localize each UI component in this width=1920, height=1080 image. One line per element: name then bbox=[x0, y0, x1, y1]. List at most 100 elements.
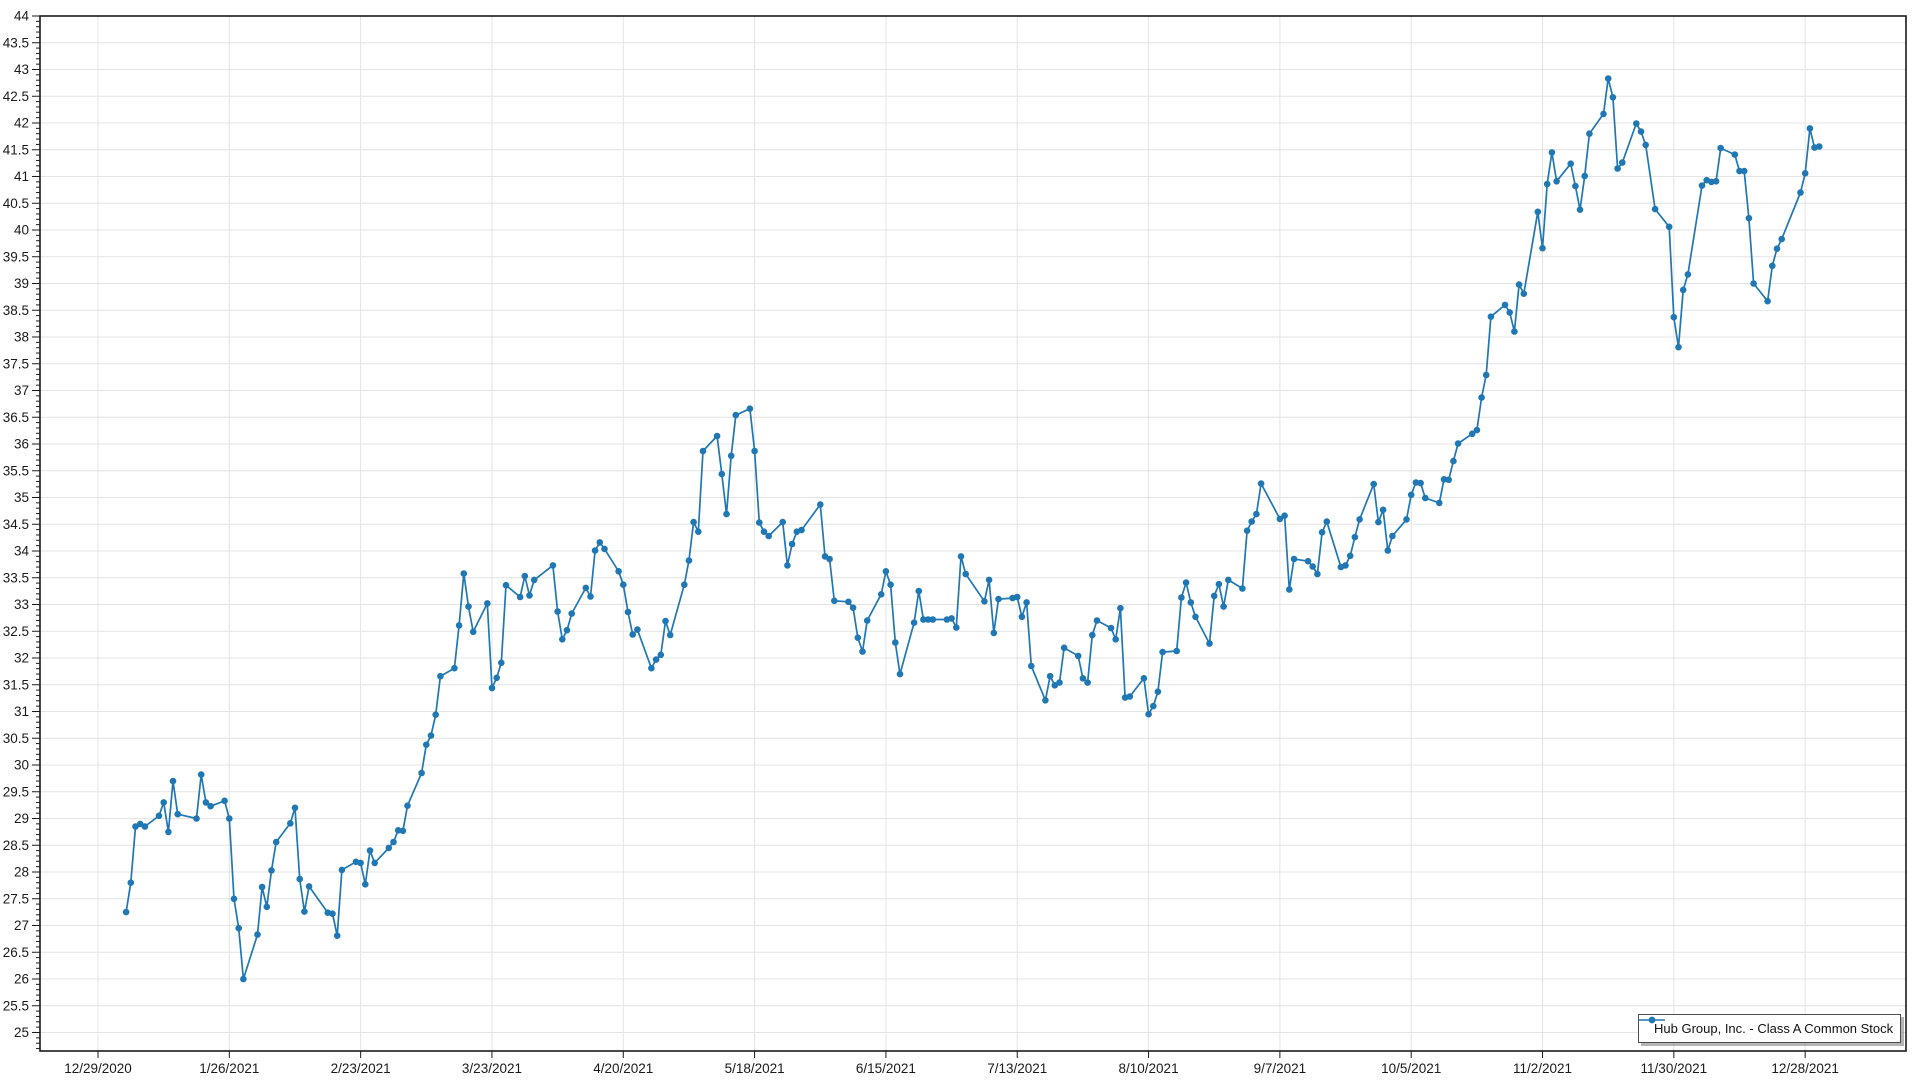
data-point-marker[interactable] bbox=[1141, 675, 1148, 682]
data-point-marker[interactable] bbox=[268, 867, 275, 874]
data-point-marker[interactable] bbox=[798, 527, 805, 534]
data-point-marker[interactable] bbox=[170, 778, 177, 785]
data-point-marker[interactable] bbox=[526, 592, 533, 599]
data-point-marker[interactable] bbox=[751, 448, 758, 455]
data-point-marker[interactable] bbox=[583, 585, 590, 592]
data-point-marker[interactable] bbox=[958, 553, 965, 560]
data-point-marker[interactable] bbox=[1600, 111, 1607, 118]
data-point-marker[interactable] bbox=[564, 627, 571, 634]
data-point-marker[interactable] bbox=[1281, 512, 1288, 519]
data-point-marker[interactable] bbox=[1347, 553, 1354, 560]
data-point-marker[interactable] bbox=[1633, 120, 1640, 127]
data-point-marker[interactable] bbox=[367, 847, 374, 854]
data-point-marker[interactable] bbox=[634, 626, 641, 633]
data-point-marker[interactable] bbox=[1807, 125, 1814, 132]
data-point-marker[interactable] bbox=[930, 616, 937, 623]
data-point-marker[interactable] bbox=[301, 908, 308, 915]
data-point-marker[interactable] bbox=[498, 660, 505, 667]
data-point-marker[interactable] bbox=[1159, 649, 1166, 656]
data-point-marker[interactable] bbox=[1042, 697, 1049, 704]
data-point-marker[interactable] bbox=[648, 665, 655, 672]
data-point-marker[interactable] bbox=[451, 665, 458, 672]
data-point-marker[interactable] bbox=[1117, 605, 1124, 612]
data-point-marker[interactable] bbox=[235, 925, 242, 932]
data-point-marker[interactable] bbox=[845, 599, 852, 606]
data-point-marker[interactable] bbox=[142, 823, 149, 830]
data-point-marker[interactable] bbox=[123, 909, 130, 916]
price-chart-plot-area[interactable]: 2525.52626.52727.52828.52929.53030.53131… bbox=[0, 0, 1920, 1080]
data-point-marker[interactable] bbox=[991, 630, 998, 637]
data-point-marker[interactable] bbox=[1474, 427, 1481, 434]
data-point-marker[interactable] bbox=[554, 608, 561, 615]
data-point-marker[interactable] bbox=[592, 547, 599, 554]
data-point-marker[interactable] bbox=[1380, 507, 1387, 514]
data-point-marker[interactable] bbox=[531, 577, 538, 584]
data-point-marker[interactable] bbox=[1253, 511, 1260, 518]
data-point-marker[interactable] bbox=[911, 619, 918, 626]
data-point-marker[interactable] bbox=[1521, 290, 1528, 297]
data-point-marker[interactable] bbox=[864, 617, 871, 624]
data-point-marker[interactable] bbox=[981, 598, 988, 605]
data-point-marker[interactable] bbox=[1173, 648, 1180, 655]
data-point-marker[interactable] bbox=[1370, 481, 1377, 488]
data-point-marker[interactable] bbox=[156, 813, 163, 820]
data-point-marker[interactable] bbox=[690, 519, 697, 526]
data-point-marker[interactable] bbox=[878, 591, 885, 598]
data-point-marker[interactable] bbox=[1675, 344, 1682, 351]
data-point-marker[interactable] bbox=[1535, 209, 1542, 216]
data-point-marker[interactable] bbox=[1225, 577, 1232, 584]
data-point-marker[interactable] bbox=[1746, 215, 1753, 222]
data-point-marker[interactable] bbox=[1389, 533, 1396, 540]
data-point-marker[interactable] bbox=[1342, 562, 1349, 569]
data-point-marker[interactable] bbox=[1314, 571, 1321, 578]
data-point-marker[interactable] bbox=[629, 631, 636, 638]
data-point-marker[interactable] bbox=[174, 811, 181, 818]
data-point-marker[interactable] bbox=[1610, 94, 1617, 101]
data-point-marker[interactable] bbox=[489, 685, 496, 692]
data-point-marker[interactable] bbox=[193, 815, 200, 822]
data-point-marker[interactable] bbox=[1506, 309, 1513, 316]
data-point-marker[interactable] bbox=[1750, 280, 1757, 287]
data-point-marker[interactable] bbox=[1488, 313, 1495, 320]
data-point-marker[interactable] bbox=[428, 732, 435, 739]
data-point-marker[interactable] bbox=[1539, 245, 1546, 252]
data-point-marker[interactable] bbox=[826, 556, 833, 563]
data-point-marker[interactable] bbox=[160, 799, 167, 806]
data-point-marker[interactable] bbox=[1764, 298, 1771, 305]
data-point-marker[interactable] bbox=[273, 839, 280, 846]
data-point-marker[interactable] bbox=[1816, 143, 1823, 150]
data-point-marker[interactable] bbox=[962, 571, 969, 578]
data-point-marker[interactable] bbox=[723, 511, 730, 518]
data-point-marker[interactable] bbox=[681, 581, 688, 588]
data-point-marker[interactable] bbox=[1778, 236, 1785, 243]
data-point-marker[interactable] bbox=[995, 596, 1002, 603]
data-point-marker[interactable] bbox=[423, 741, 430, 748]
data-point-marker[interactable] bbox=[986, 577, 993, 584]
data-point-marker[interactable] bbox=[1183, 579, 1190, 586]
data-point-marker[interactable] bbox=[1797, 189, 1804, 196]
data-point-marker[interactable] bbox=[568, 610, 575, 617]
data-point-marker[interactable] bbox=[1422, 495, 1429, 502]
data-point-marker[interactable] bbox=[887, 581, 894, 588]
data-point-marker[interactable] bbox=[493, 675, 500, 682]
data-point-marker[interactable] bbox=[1417, 480, 1424, 487]
data-point-marker[interactable] bbox=[653, 656, 660, 663]
legend[interactable]: Hub Group, Inc. - Class A Common Stock bbox=[1638, 1014, 1901, 1043]
data-point-marker[interactable] bbox=[287, 820, 294, 827]
data-point-marker[interactable] bbox=[1352, 534, 1359, 541]
data-point-marker[interactable] bbox=[1619, 159, 1626, 166]
data-point-marker[interactable] bbox=[1324, 518, 1331, 525]
data-point-marker[interactable] bbox=[221, 798, 228, 805]
data-point-marker[interactable] bbox=[831, 598, 838, 605]
data-point-marker[interactable] bbox=[1061, 645, 1068, 652]
data-point-marker[interactable] bbox=[264, 904, 271, 911]
data-point-marker[interactable] bbox=[1455, 440, 1462, 447]
data-point-marker[interactable] bbox=[1717, 145, 1724, 152]
data-point-marker[interactable] bbox=[254, 931, 261, 938]
data-point-marker[interactable] bbox=[484, 600, 491, 607]
data-point-marker[interactable] bbox=[1127, 693, 1134, 700]
data-point-marker[interactable] bbox=[1544, 181, 1551, 188]
data-point-marker[interactable] bbox=[386, 845, 393, 852]
data-point-marker[interactable] bbox=[695, 528, 702, 535]
data-point-marker[interactable] bbox=[1108, 625, 1115, 632]
